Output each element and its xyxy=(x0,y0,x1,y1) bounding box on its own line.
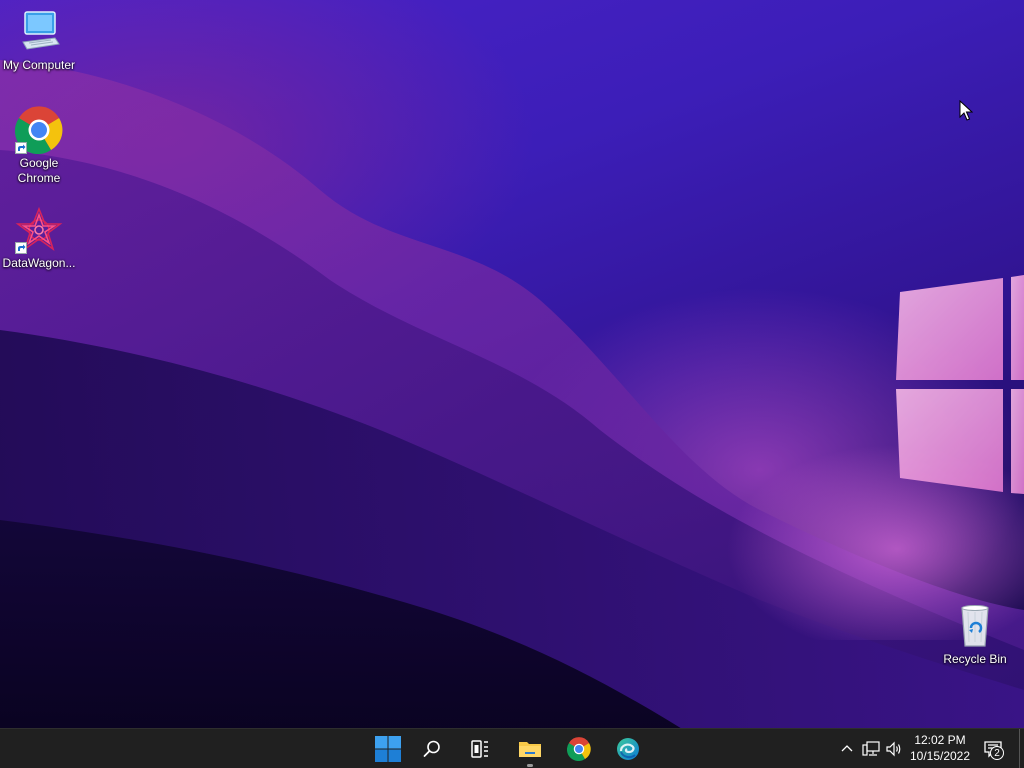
app-running-indicator xyxy=(527,764,533,767)
shortcut-arrow-icon xyxy=(15,242,27,254)
clock-date: 10/15/2022 xyxy=(909,749,971,763)
search-button[interactable] xyxy=(412,732,452,766)
volume-button[interactable] xyxy=(883,737,905,761)
file-explorer-button[interactable] xyxy=(510,732,550,767)
taskbar-clock[interactable]: 12:02 PM 10/15/2022 xyxy=(905,732,975,764)
clock-time: 12:02 PM xyxy=(914,733,966,747)
desktop-icon-label: Recycle Bin xyxy=(943,652,1007,666)
chrome-icon xyxy=(567,737,591,761)
desktop-icon-datawagon[interactable]: DataWagon... xyxy=(1,206,77,271)
shortcut-arrow-icon xyxy=(15,142,27,154)
chrome-taskbar-button[interactable] xyxy=(559,732,599,766)
chevron-up-icon xyxy=(841,745,853,752)
recycle-bin-icon xyxy=(951,602,999,650)
search-icon xyxy=(423,740,440,757)
mouse-cursor-icon xyxy=(959,100,973,121)
chrome-icon xyxy=(14,106,63,155)
speaker-icon xyxy=(886,741,901,757)
task-view-icon xyxy=(471,740,488,758)
datawagon-icon xyxy=(15,206,63,254)
notification-center-button[interactable]: 2 xyxy=(982,737,1004,761)
folder-icon xyxy=(519,742,541,757)
edge-taskbar-button[interactable] xyxy=(608,732,648,766)
computer-icon xyxy=(15,8,63,56)
task-view-button[interactable] xyxy=(460,732,500,766)
windows-start-icon xyxy=(375,736,401,762)
network-status-button[interactable] xyxy=(860,737,882,761)
network-icon xyxy=(862,741,880,756)
desktop-icon-recycle-bin[interactable]: Recycle Bin xyxy=(937,602,1013,667)
start-button[interactable] xyxy=(368,732,408,766)
desktop[interactable]: My Computer Google Chrome DataWagon... R… xyxy=(0,0,1024,768)
desktop-icon-label: DataWagon... xyxy=(2,256,76,270)
show-desktop-button[interactable] xyxy=(1019,729,1024,768)
show-hidden-icons-button[interactable] xyxy=(838,737,856,761)
wallpaper xyxy=(0,60,1024,768)
edge-icon xyxy=(617,738,639,760)
desktop-icon-label: My Computer xyxy=(2,58,76,72)
desktop-icon-google-chrome[interactable]: Google Chrome xyxy=(1,106,77,186)
desktop-icon-my-computer[interactable]: My Computer xyxy=(1,8,77,73)
notification-count-badge: 2 xyxy=(990,746,1004,760)
desktop-icon-label: Google Chrome xyxy=(17,156,61,185)
taskbar: 12:02 PM 10/15/2022 2 xyxy=(0,728,1024,768)
